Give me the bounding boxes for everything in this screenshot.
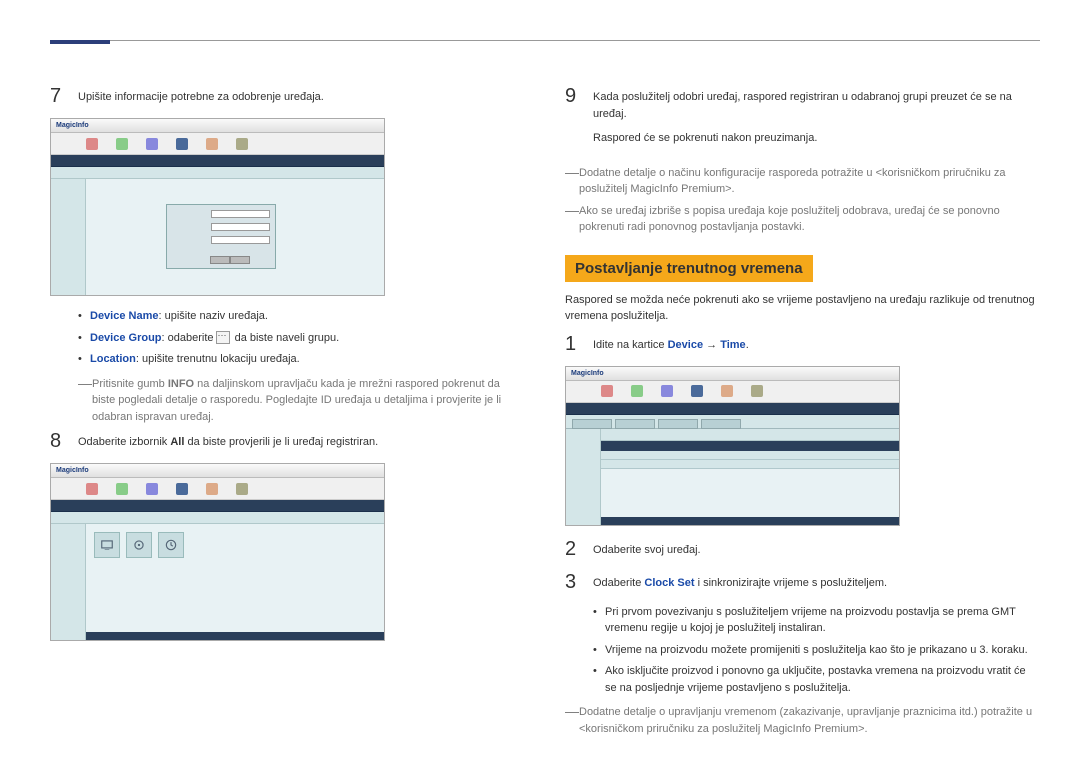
- step-number: 8: [50, 430, 78, 453]
- note-info-button: ― Pritisnite gumb INFO na daljinskom upr…: [78, 376, 525, 426]
- approval-dialog: [166, 204, 276, 269]
- note-config-details: ― Dodatne detalje o načinu konfiguracije…: [565, 165, 1040, 198]
- toolbar-icon: [176, 483, 188, 495]
- step-number: 2: [565, 538, 593, 561]
- step7-bullets: • Device Name: upišite naziv uređaja. • …: [78, 308, 525, 368]
- screenshot-device-all: MagicInfo: [50, 463, 385, 641]
- bullet-change: •Vrijeme na proizvodu možete promijeniti…: [593, 642, 1040, 659]
- device-grid: [94, 532, 184, 558]
- toolbar-icon: [116, 483, 128, 495]
- app-logo: MagicInfo: [571, 370, 604, 377]
- step-3-text: Odaberite Clock Set i sinkronizirajte vr…: [593, 571, 887, 592]
- toolbar-icon: [721, 385, 733, 397]
- step-2-text: Odaberite svoj uređaj.: [593, 538, 701, 559]
- step-8-text: Odaberite izbornik All da biste provjeri…: [78, 430, 378, 451]
- step-2-time: 2 Odaberite svoj uređaj.: [565, 538, 1040, 561]
- toolbar-icon: [176, 138, 188, 150]
- bullet-device-name: • Device Name: upišite naziv uređaja.: [78, 308, 525, 325]
- toolbar-icon: [661, 385, 673, 397]
- app-logo: MagicInfo: [56, 467, 89, 474]
- toolbar-icon: [631, 385, 643, 397]
- bullet-restart: •Ako isključite proizvod i ponovno ga uk…: [593, 663, 1040, 696]
- toolbar-icon: [146, 138, 158, 150]
- toolbar-icon: [206, 138, 218, 150]
- step-1-text: Idite na kartice Device → Time.: [593, 333, 749, 354]
- toolbar-icon: [206, 483, 218, 495]
- step-number: 9: [565, 85, 593, 108]
- step-8: 8 Odaberite izbornik All da biste provje…: [50, 430, 525, 453]
- toolbar-icon: [146, 483, 158, 495]
- bullet-gmt: •Pri prvom povezivanju s poslužiteljem v…: [593, 604, 1040, 637]
- toolbar-icon: [691, 385, 703, 397]
- step-9: 9 Kada poslužitelj odobri uređaj, raspor…: [565, 85, 1040, 155]
- section-intro: Raspored se možda neće pokrenuti ako se …: [565, 292, 1040, 325]
- time-bullets: •Pri prvom povezivanju s poslužiteljem v…: [593, 604, 1040, 697]
- step-1-time: 1 Idite na kartice Device → Time.: [565, 333, 1040, 356]
- header-accent: [50, 40, 110, 44]
- bullet-device-group: • Device Group: odaberite da biste navel…: [78, 330, 525, 347]
- step-7: 7 Upišite informacije potrebne za odobre…: [50, 85, 525, 108]
- step-number: 1: [565, 333, 593, 356]
- note-time-details: ― Dodatne detalje o upravljanju vremenom…: [565, 704, 1040, 737]
- note-device-delete: ― Ako se uređaj izbriše s popisa uređaja…: [565, 203, 1040, 236]
- toolbar-icon: [236, 138, 248, 150]
- step-3-time: 3 Odaberite Clock Set i sinkronizirajte …: [565, 571, 1040, 594]
- bullet-location: • Location: upišite trenutnu lokaciju ur…: [78, 351, 525, 368]
- browse-icon: [216, 331, 230, 344]
- app-logo: MagicInfo: [56, 122, 89, 129]
- header-rule: [50, 40, 1040, 41]
- two-column-layout: 7 Upišite informacije potrebne za odobre…: [50, 85, 1040, 742]
- section-title-time: Postavljanje trenutnog vremena: [565, 255, 813, 282]
- grid-settings-icon: [126, 532, 152, 558]
- screenshot-device-approval: MagicInfo: [50, 118, 385, 296]
- step-number: 7: [50, 85, 78, 108]
- right-column: 9 Kada poslužitelj odobri uređaj, raspor…: [565, 85, 1040, 742]
- grid-device-icon: [94, 532, 120, 558]
- screenshot-device-time: MagicInfo: [565, 366, 900, 526]
- step-7-text: Upišite informacije potrebne za odobrenj…: [78, 85, 324, 106]
- toolbar-icon: [236, 483, 248, 495]
- toolbar-icon: [86, 483, 98, 495]
- step-number: 3: [565, 571, 593, 594]
- left-column: 7 Upišite informacije potrebne za odobre…: [50, 85, 525, 742]
- toolbar-icon: [601, 385, 613, 397]
- toolbar-icon: [116, 138, 128, 150]
- toolbar-icon: [86, 138, 98, 150]
- step-9-text: Kada poslužitelj odobri uređaj, raspored…: [593, 85, 1040, 155]
- toolbar-icon: [751, 385, 763, 397]
- grid-time-icon: [158, 532, 184, 558]
